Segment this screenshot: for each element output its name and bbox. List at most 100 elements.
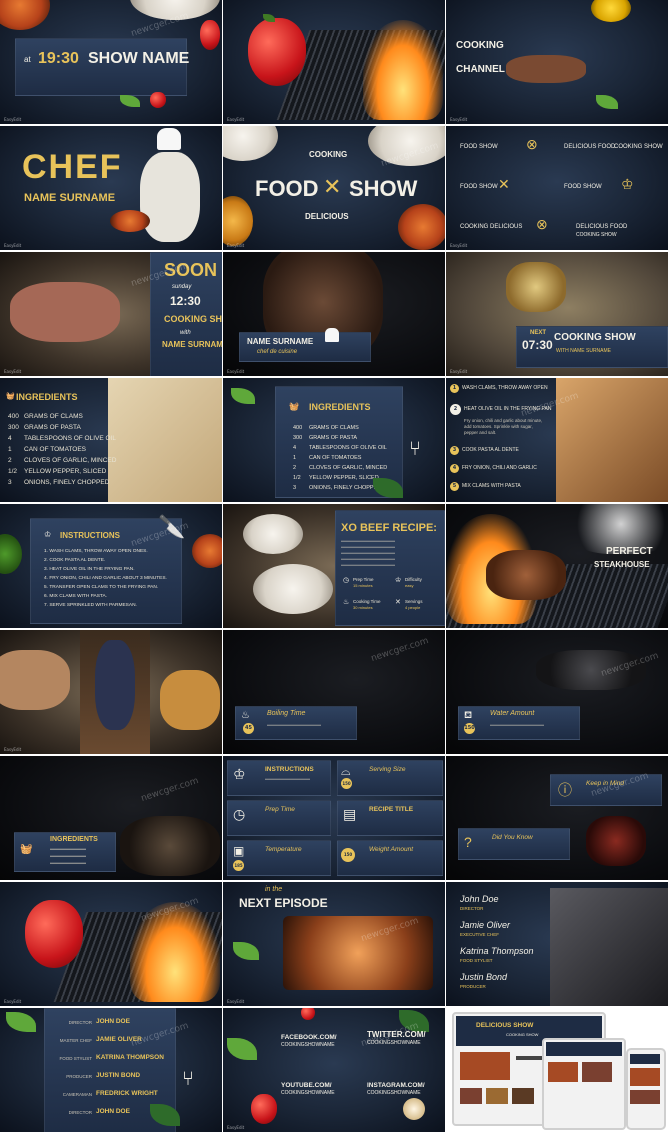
clock-icon: ◷ [343,577,350,584]
tile-next-show: NEXT 07:30 COOKING SHOW WITH NAME SURNAM… [446,252,668,376]
tablet-header [546,1042,622,1056]
ingredients-title: INGREDIENTS [16,392,78,402]
video-thumbnail[interactable] [548,1062,578,1082]
show-name: SHOW NAME [88,50,190,67]
tile-devices-mockup: DELICIOUS SHOW COOKING SHOW [446,1008,668,1132]
instagram-handle[interactable]: COOKINGSHOWNAME [367,1090,421,1096]
video-thumbnail[interactable] [460,1052,510,1080]
credit-role: DIRECTOR [460,906,484,911]
tile-food-show-logo: COOKING FOOD ✕ SHOW DELICIOUS EasyEdit [223,126,445,250]
logo-variant-6: COOKING DELICIOUS [460,224,523,230]
ingredient-qty: 400 [293,425,303,431]
ingredient-text: CLOVES OF GARLIC, MINCED [24,457,117,464]
instructions-title: INSTRUCTIONS [265,766,314,773]
pot-icon: ♨ [241,710,250,721]
next-time: 07:30 [522,338,553,352]
facebook-handle[interactable]: COOKINGSHOWNAME [281,1042,335,1048]
serving-badge: 150 [341,778,352,789]
show-time: 19:30 [38,50,79,67]
recipe-book-icon: ▤ [343,806,357,822]
brand-logo: EasyEdit [450,243,468,248]
leaf-icon [227,1038,257,1060]
perfect-label: PERFECT [606,546,653,557]
credit-name: KATRINA THOMPSON [96,1054,164,1061]
dish-plate [253,564,333,614]
ingredient-text: GRAMS OF CLAMS [24,413,83,420]
tile-ingredients-board: 🧺 INGREDIENTS 400 GRAMS OF CLAMS 300 GRA… [223,378,445,502]
lower-third-role: chef de cuisine [257,349,298,355]
logo-variant-8: COOKING SHOW [576,232,617,238]
credit-name: JOHN DOE [96,1108,130,1115]
instagram-link[interactable]: INSTAGRAM.COM/ [367,1082,425,1089]
credit-role: MASTER CHEF [59,1038,92,1043]
pasta-image [108,378,222,502]
chef-hat-icon: ♔ [621,176,634,192]
instruction-step: 5. TRANSFER OPEN CLAMS TO THE FRYING PAN… [44,584,158,592]
step-text: WASH CLAMS, THROW AWAY OPEN ONES. [49,549,148,554]
video-thumbnail[interactable] [582,1062,612,1082]
berries-image [586,816,646,866]
ingredients-title: INGREDIENTS [309,402,371,412]
template-preview-grid: at 19:30 SHOW NAME EasyEdit EasyEdit COO… [0,0,668,1133]
water-amount-title: Water Amount [490,710,535,717]
at-label: at [24,55,31,64]
text-lines: ▬▬▬▬▬▬▬▬ [50,846,86,851]
video-thumbnail[interactable] [630,1090,660,1104]
logo-variant-4: FOOD SHOW [460,184,498,190]
step-text: FRY ONION, CHILI AND GARLIC ABOUT 3 MINU… [49,576,167,581]
host-name: NAME SURNAME [162,340,222,349]
ingredient-qty: 300 [8,424,19,431]
credit-name: FREDRICK WRIGHT [96,1090,158,1097]
did-you-know-title: Did You Know [492,834,533,841]
boiling-time-badge: 45 [243,723,254,734]
cooking-label: COOKING [456,40,504,51]
brand-logo: EasyEdit [450,117,468,122]
video-thumbnail[interactable] [460,1088,482,1104]
site-brand: DELICIOUS SHOW [476,1022,534,1029]
oil-bowl-image [506,262,566,312]
next-show-host: WITH NAME SURNAME [556,348,611,354]
tile-water-amount: ⛾ 150 Water Amount ▬▬▬▬▬▬▬▬▬▬▬▬ [446,630,668,754]
step-badge: 4 [450,464,459,473]
leaf-icon [596,95,618,109]
basket-icon: 🧺 [289,402,299,411]
lower-third-name: NAME SURNAME [247,337,314,346]
credit-role: DIRECTOR [68,1020,92,1025]
step-badge: 5 [450,482,459,491]
video-thumbnail[interactable] [486,1088,508,1104]
servings-value: 4 people [405,605,421,610]
fire-flame [363,20,443,120]
leaf-icon [231,388,255,404]
brand-logo: EasyEdit [227,243,245,248]
video-thumbnail[interactable] [512,1088,534,1104]
brand-logo: EasyEdit [4,117,22,122]
logo-variant-7: DELICIOUS FOOD [576,224,628,230]
credit-name: JOHN DOE [96,1018,130,1025]
temperature-title: Temperature [265,846,302,853]
ingredient-qty: 2 [8,457,12,464]
step-badge: 1 [450,384,459,393]
ingredient-text: ONIONS, FINELY CHOPPED [309,485,382,491]
corn-bowl [223,196,253,246]
prep-time-title: Prep Time [265,806,295,813]
recipe-text-lines: ▬▬▬▬▬▬▬▬▬▬▬▬ ▬▬▬▬▬▬▬▬▬▬▬▬ ▬▬▬▬▬▬▬▬▬▬▬▬ ▬… [341,538,395,567]
tile-instructions-board: ♔ INSTRUCTIONS 1. WASH CLAMS, THROW AWAY… [0,504,222,628]
food-label: FOOD [255,176,319,201]
youtube-link[interactable]: YOUTUBE.COM/ [281,1082,332,1089]
measuring-cup-icon: ⛾ [464,710,473,721]
chef-title: CHEF [22,148,123,186]
time-label: 12:30 [170,294,201,308]
video-thumbnail[interactable] [630,1068,660,1086]
ingredient-qty: 2 [293,465,297,471]
youtube-handle[interactable]: COOKINGSHOWNAME [281,1090,335,1096]
ingredient-qty: 4 [8,435,12,442]
steakhouse-label: STEAKHOUSE [594,560,650,569]
logo-variant-2: DELICIOUS FOOD [564,144,616,150]
site-subtitle: COOKING SHOW [506,1032,539,1037]
credit-name: Justin Bond [460,972,508,982]
chef-hat-icon [157,128,181,150]
credit-name: Katrina Thompson [460,946,534,956]
tile-credits-photo: John Doe DIRECTOR Jamie Oliver EXECUTIVE… [446,882,668,1006]
step-description: Fry onion, chili and garlic about minute… [464,418,543,435]
facebook-link[interactable]: FACEBOOK.COM/ [281,1034,337,1041]
